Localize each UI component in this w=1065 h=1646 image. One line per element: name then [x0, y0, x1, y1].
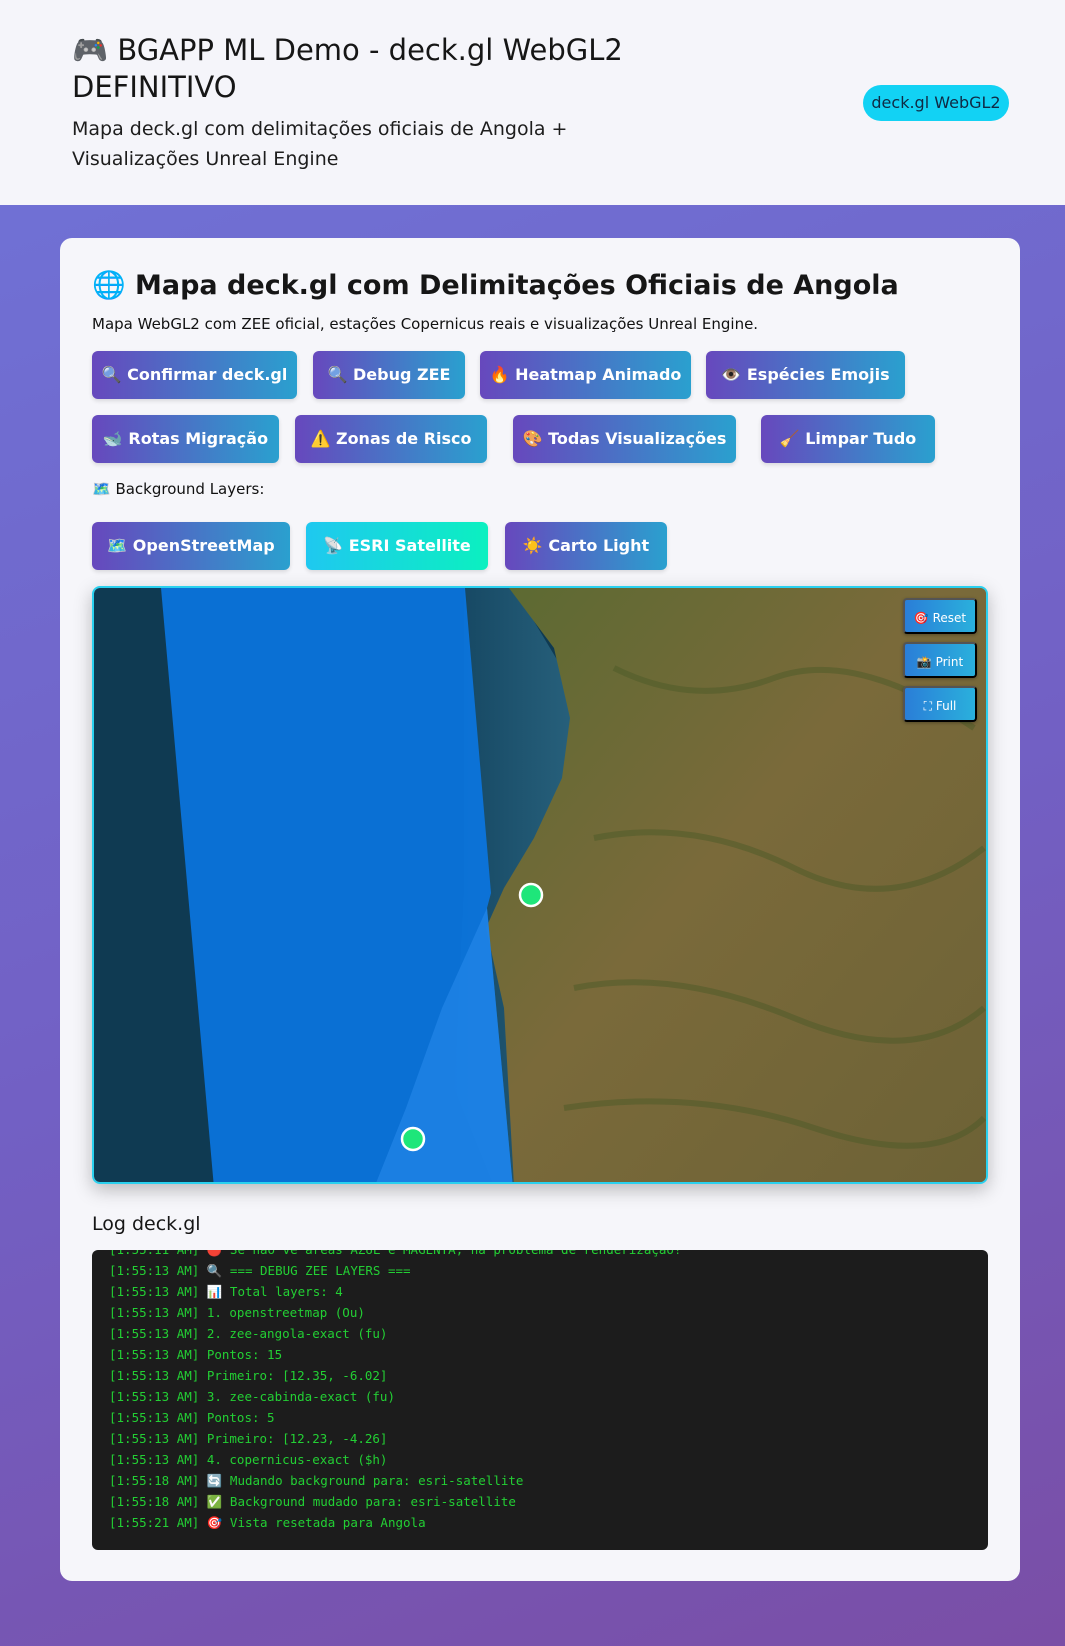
- log-line: [1:55:13 AM] 🔍 === DEBUG ZEE LAYERS ===: [109, 1263, 411, 1278]
- migration-routes-button[interactable]: 🐋 Rotas Migração: [92, 415, 279, 463]
- log-panel[interactable]: [1:55:11 AM] 🔴 Se não vê áreas AZUL e MA…: [92, 1250, 988, 1550]
- carto-light-button[interactable]: ☀️ Carto Light: [505, 522, 667, 570]
- debug-zee-button[interactable]: 🔍 Debug ZEE: [313, 351, 465, 399]
- log-content: [1:55:11 AM] 🔴 Se não vê áreas AZUL e MA…: [109, 1250, 979, 1533]
- log-line: [1:55:13 AM] Primeiro: [12.35, -6.02]: [109, 1368, 388, 1383]
- clear-all-button[interactable]: 🧹 Limpar Tudo: [761, 415, 935, 463]
- section-description: Mapa WebGL2 com ZEE oficial, estações Co…: [92, 315, 759, 333]
- log-line: [1:55:13 AM] 1. openstreetmap (Ou): [109, 1305, 365, 1320]
- deckgl-map[interactable]: 🎯 Reset 📸 Print ⛶ Full: [92, 586, 988, 1184]
- log-line: [1:55:13 AM] Pontos: 5: [109, 1410, 275, 1425]
- copernicus-station: [400, 1126, 426, 1152]
- map-reset-button[interactable]: 🎯 Reset: [903, 598, 977, 634]
- log-line: [1:55:18 AM] 🔄 Mudando background para: …: [109, 1473, 524, 1488]
- page-subtitle: Mapa deck.gl com delimitações oficiais d…: [72, 118, 568, 170]
- log-line: [1:55:13 AM] 4. copernicus-exact ($h): [109, 1452, 388, 1467]
- confirm-deckgl-button[interactable]: 🔍 Confirmar deck.gl: [92, 351, 297, 399]
- openstreetmap-button[interactable]: 🗺️ OpenStreetMap: [92, 522, 290, 570]
- log-line: [1:55:13 AM] Primeiro: [12.23, -4.26]: [109, 1431, 388, 1446]
- map-print-button[interactable]: 📸 Print: [903, 642, 977, 678]
- page-header: 🎮 BGAPP ML Demo - deck.gl WebGL2 DEFINIT…: [0, 0, 1065, 205]
- copernicus-station: [518, 882, 544, 908]
- map-card: 🌐 Mapa deck.gl com Delimitações Oficiais…: [60, 238, 1020, 1581]
- page-title: 🎮 BGAPP ML Demo - deck.gl WebGL2 DEFINIT…: [72, 33, 623, 104]
- log-line: [1:55:11 AM] 🔴 Se não vê áreas AZUL e MA…: [109, 1250, 979, 1260]
- map-canvas[interactable]: [94, 588, 988, 1184]
- log-line: [1:55:13 AM] 2. zee-angola-exact (fu): [109, 1326, 388, 1341]
- webgl-badge: deck.gl WebGL2: [863, 85, 1009, 121]
- log-title: Log deck.gl: [92, 1213, 201, 1235]
- species-emojis-button[interactable]: 👁️ Espécies Emojis: [706, 351, 905, 399]
- map-fullscreen-button[interactable]: ⛶ Full: [903, 686, 977, 722]
- risk-zones-button[interactable]: ⚠️ Zonas de Risco: [295, 415, 487, 463]
- animated-heatmap-button[interactable]: 🔥 Heatmap Animado: [480, 351, 691, 399]
- log-line: [1:55:13 AM] Pontos: 15: [109, 1347, 283, 1362]
- all-visualizations-button[interactable]: 🎨 Todas Visualizações: [513, 415, 736, 463]
- log-line: [1:55:13 AM] 3. zee-cabinda-exact (fu): [109, 1389, 395, 1404]
- esri-satellite-button[interactable]: 📡 ESRI Satellite: [306, 522, 488, 570]
- section-title: 🌐 Mapa deck.gl com Delimitações Oficiais…: [92, 270, 899, 301]
- background-layers-label: 🗺️ Background Layers:: [92, 480, 265, 498]
- log-line: [1:55:18 AM] ✅ Background mudado para: e…: [109, 1494, 516, 1509]
- log-line: [1:55:13 AM] 📊 Total layers: 4: [109, 1284, 343, 1299]
- log-line: [1:55:21 AM] 🎯 Vista resetada para Angol…: [109, 1515, 426, 1530]
